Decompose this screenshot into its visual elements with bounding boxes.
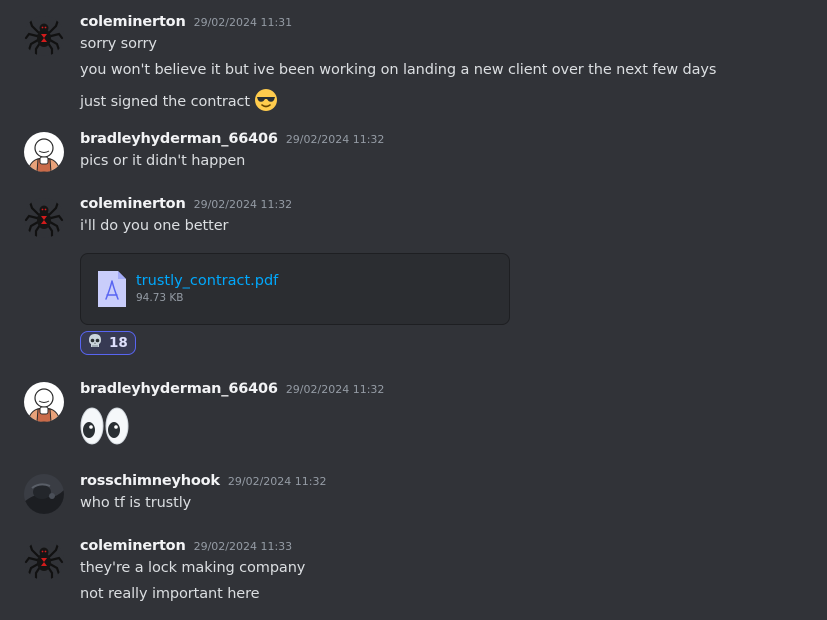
username[interactable]: bradleyhyderman_66406 [80, 381, 278, 397]
message-text: i'll do you one better [80, 218, 229, 234]
message-text: you won't believe it but ive been workin… [80, 62, 717, 78]
file-name-link[interactable]: trustly_contract.pdf [136, 273, 278, 289]
reaction-button[interactable]: 18 [80, 331, 136, 355]
spider-avatar-icon[interactable] [24, 540, 64, 580]
sunglasses-emoji-icon [254, 88, 278, 116]
message-text: who tf is trustly [80, 495, 192, 511]
message-text: sorry sorry [80, 36, 157, 52]
timestamp[interactable]: 29/02/2024 11:32 [286, 383, 385, 396]
message-text: pics or it didn't happen [80, 153, 246, 169]
timestamp[interactable]: 29/02/2024 11:32 [228, 475, 327, 488]
spider-avatar-icon[interactable] [24, 198, 64, 238]
message-text: they're a lock making company [80, 560, 306, 576]
message-text: not really important here [80, 586, 260, 602]
username[interactable]: rosschimneyhook [80, 473, 220, 489]
message-text: just signed the contract [80, 94, 251, 110]
cartoon-person-avatar-icon[interactable] [24, 382, 64, 422]
username[interactable]: coleminerton [80, 538, 186, 554]
message-text-line: just signed the contract [80, 88, 278, 116]
dark-photo-avatar-icon[interactable] [24, 474, 64, 514]
timestamp[interactable]: 29/02/2024 11:32 [194, 198, 293, 211]
spider-avatar-icon[interactable] [24, 16, 64, 56]
eyes-emoji-icon [80, 405, 130, 451]
file-size: 94.73 KB [136, 292, 184, 304]
pdf-file-icon[interactable] [96, 269, 128, 313]
timestamp[interactable]: 29/02/2024 11:32 [286, 133, 385, 146]
cartoon-person-avatar-icon[interactable] [24, 132, 64, 172]
username[interactable]: coleminerton [80, 196, 186, 212]
reaction-count: 18 [109, 335, 128, 351]
skull-emoji-icon [87, 333, 103, 353]
timestamp[interactable]: 29/02/2024 11:33 [194, 540, 293, 553]
username[interactable]: bradleyhyderman_66406 [80, 131, 278, 147]
timestamp[interactable]: 29/02/2024 11:31 [194, 16, 293, 29]
file-attachment[interactable]: trustly_contract.pdf 94.73 KB [80, 253, 510, 325]
username[interactable]: coleminerton [80, 14, 186, 30]
